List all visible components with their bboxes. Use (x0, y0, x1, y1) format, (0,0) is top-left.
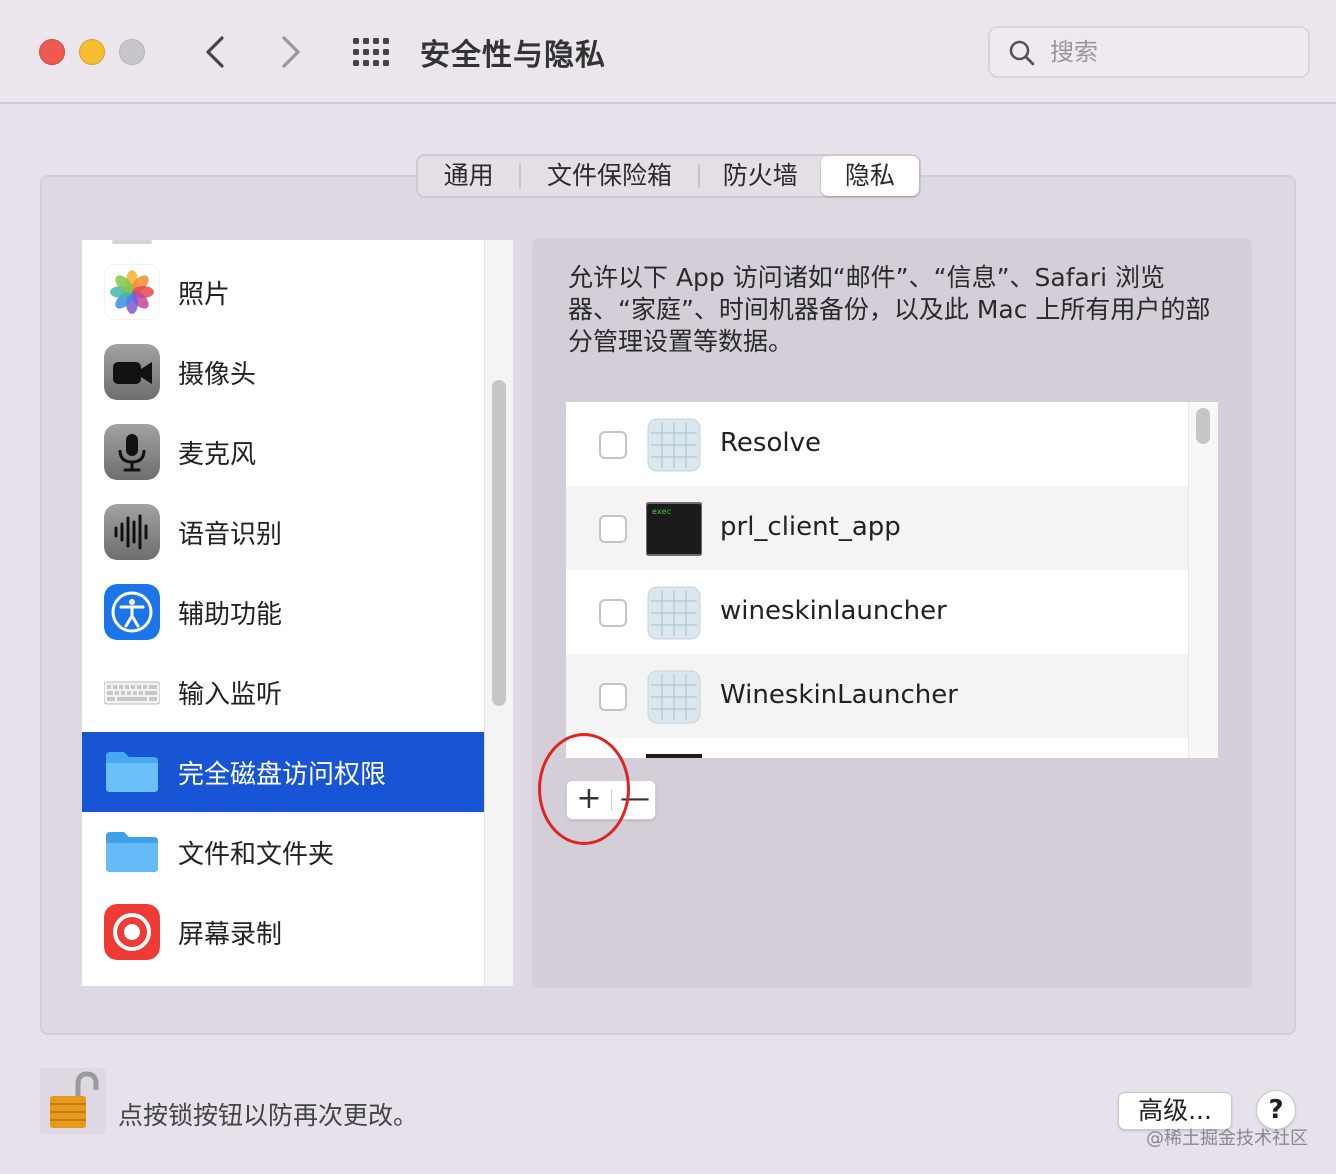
button-separator (611, 789, 612, 811)
search-input[interactable] (1050, 34, 1290, 70)
sidebar-item-label: 屏幕录制 (178, 920, 283, 950)
app-generic-icon (647, 418, 701, 472)
sidebar-item-label: 文件和文件夹 (178, 840, 335, 870)
title-bar: 安全性与隐私 (0, 0, 1336, 104)
sidebar-item-full-disk-access[interactable]: 完全磁盘访问权限 (82, 732, 484, 812)
tab-firewall[interactable]: 防火墙 (700, 156, 821, 196)
privacy-category-list[interactable]: 照片 摄像头 麦克风 语音识别 辅助功能 输入监听 完全磁盘访问权限 文件和文件… (82, 240, 513, 986)
sidebar-item-label: 照片 (178, 280, 231, 310)
exec-icon: exec (646, 502, 702, 556)
tab-privacy[interactable]: 隐私 (820, 156, 919, 196)
sidebar-item-label: 输入监听 (178, 680, 283, 710)
sidebar-item-photos[interactable]: 照片 (82, 252, 484, 332)
sidebar-item-accessibility[interactable]: 辅助功能 (82, 572, 484, 652)
folder-icon (106, 752, 158, 792)
list-item[interactable]: WineskinLauncher (566, 654, 1188, 738)
scrolled-item-edge (112, 240, 152, 244)
app-name: prl_client_app (720, 512, 901, 542)
sidebar-item-microphone[interactable]: 麦克风 (82, 412, 484, 492)
watermark: @稀土掘金技术社区 (1146, 1128, 1308, 1149)
sidebar-item-screen-recording[interactable]: 屏幕录制 (82, 892, 484, 972)
list-item-partial[interactable] (566, 738, 1188, 758)
sidebar-item-speech-recognition[interactable]: 语音识别 (82, 492, 484, 572)
app-list[interactable]: Resolve exec prl_client_app wineskinlaun… (566, 402, 1218, 758)
zoom-window-button[interactable] (119, 39, 145, 65)
sidebar-item-label: 辅助功能 (178, 600, 283, 630)
chevron-right-icon (282, 36, 300, 68)
camera-icon (104, 344, 160, 400)
app-generic-icon (647, 586, 701, 640)
app-name: WineskinLauncher (720, 680, 958, 710)
back-button[interactable] (196, 30, 236, 74)
speech-recognition-icon (104, 504, 160, 560)
sidebar-item-label: 摄像头 (178, 360, 257, 390)
unlocked-padlock-icon (50, 1071, 99, 1128)
grid-icon (353, 38, 389, 66)
app-name: wineskinlauncher (720, 596, 947, 626)
minimize-window-button[interactable] (79, 39, 105, 65)
lock-hint-text: 点按锁按钮以防再次更改。 (118, 1101, 419, 1130)
photos-icon (104, 264, 160, 320)
sidebar-scrollbar-thumb[interactable] (492, 380, 506, 706)
show-all-button[interactable] (352, 36, 392, 68)
accessibility-icon (104, 584, 160, 640)
tab-general[interactable]: 通用 (418, 156, 519, 196)
app-checkbox[interactable] (599, 515, 627, 543)
list-item[interactable]: exec prl_client_app (566, 486, 1188, 570)
app-name: Resolve (720, 428, 821, 458)
list-item[interactable]: Resolve (566, 402, 1188, 486)
remove-app-button[interactable]: — (613, 781, 657, 819)
app-generic-icon (647, 670, 701, 724)
lock-button[interactable] (40, 1068, 106, 1134)
chevron-left-icon (206, 36, 224, 68)
list-item[interactable]: wineskinlauncher (566, 570, 1188, 654)
window-title: 安全性与隐私 (420, 38, 606, 73)
forward-button[interactable] (270, 30, 310, 74)
sidebar-item-camera[interactable]: 摄像头 (82, 332, 484, 412)
tab-filevault[interactable]: 文件保险箱 (521, 156, 698, 196)
app-list-scrollbar-track[interactable] (1188, 402, 1218, 758)
microphone-icon (104, 424, 160, 480)
search-icon (1009, 40, 1035, 66)
access-description: 允许以下 App 访问诸如“邮件”、“信息”、Safari 浏览器、“家庭”、时… (568, 263, 1211, 356)
tab-bar: 通用 文件保险箱 防火墙 隐私 (416, 154, 921, 198)
app-checkbox[interactable] (599, 431, 627, 459)
app-checkbox[interactable] (599, 683, 627, 711)
screen-recording-icon (104, 904, 160, 960)
search-field[interactable] (988, 26, 1310, 78)
add-app-button[interactable]: + (567, 781, 611, 819)
sidebar-item-label: 完全磁盘访问权限 (178, 760, 387, 790)
app-list-scrollbar-thumb[interactable] (1196, 408, 1210, 444)
sidebar-item-files-and-folders[interactable]: 文件和文件夹 (82, 812, 484, 892)
close-window-button[interactable] (39, 39, 65, 65)
keyboard-icon (104, 681, 160, 705)
app-checkbox[interactable] (599, 599, 627, 627)
partial-exec-icon (646, 754, 702, 758)
sidebar-item-label: 麦克风 (178, 440, 257, 470)
add-remove-control: + — (566, 780, 656, 820)
sidebar-item-input-monitoring[interactable]: 输入监听 (82, 652, 484, 732)
sidebar-item-label: 语音识别 (178, 520, 283, 550)
folder-icon (106, 832, 158, 872)
svg-text:exec: exec (652, 507, 671, 516)
